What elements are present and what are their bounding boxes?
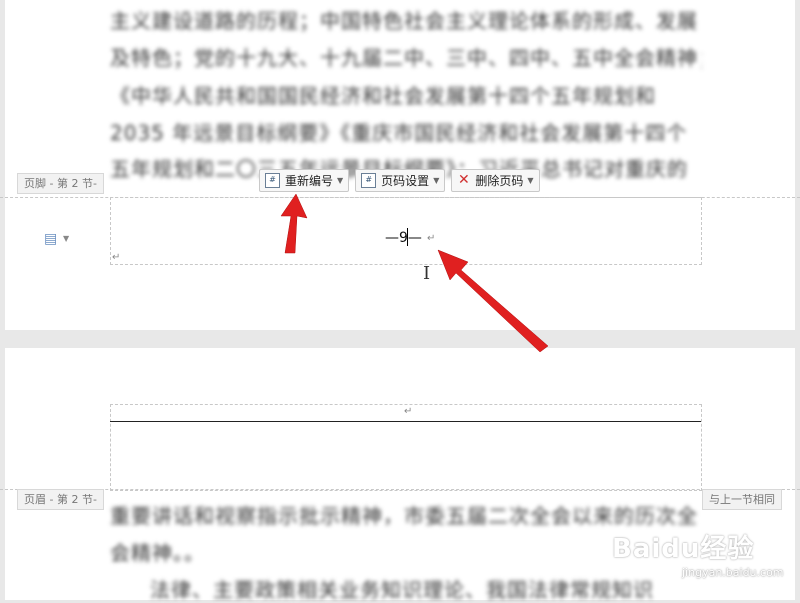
paragraph-mark: ↵ — [427, 233, 436, 244]
header-rule-line — [110, 421, 701, 422]
paragraph-mark: ↵ — [404, 406, 413, 417]
document-icon[interactable]: ▤ — [44, 231, 57, 247]
watermark-url: jingyan.baidu.com — [682, 566, 784, 579]
footer-section-tag: 页脚 - 第 2 节- — [17, 173, 104, 194]
body-text-line: 法律、主要政策相关业务知识理论、我国法律常规知识 — [150, 578, 654, 602]
delete-page-number-label: 删除页码 — [475, 174, 524, 188]
body-text-line: 2035 年远景目标纲要》《重庆市国民经济和社会发展第十四个 — [110, 121, 688, 145]
page-settings-icon: # — [361, 173, 377, 188]
same-as-previous-tag[interactable]: 与上一节相同 — [702, 489, 782, 510]
renumber-label: 重新编号 — [285, 174, 334, 188]
body-text-line: 及特色；党的十九大、十九届二中、三中、四中、五中全会精神； — [110, 46, 702, 70]
page-number-toolbar: # 重新编号 ▼ # 页码设置 ▼ ✕ 删除页码 ▼ — [259, 169, 540, 192]
paragraph-mark: ↵ — [112, 252, 121, 263]
page-number-settings-button[interactable]: # 页码设置 ▼ — [355, 169, 446, 192]
chevron-down-icon: ▼ — [433, 176, 440, 185]
delete-page-number-button[interactable]: ✕ 删除页码 ▼ — [451, 169, 540, 192]
ibeam-cursor-icon: I — [423, 263, 431, 284]
page-number-settings-label: 页码设置 — [381, 174, 430, 188]
chevron-down-icon: ▼ — [527, 176, 534, 185]
header-section-tag: 页眉 - 第 2 节- — [17, 489, 104, 510]
body-text-line: 主义建设道路的历程；中国特色社会主义理论体系的形成、发展 — [110, 9, 698, 33]
watermark-logo: Baidu经验 — [612, 534, 755, 564]
body-text-line: 《中华人民共和国国民经济和社会发展第十四个五年规划和 — [110, 84, 656, 108]
body-text-line: 重要讲话和视察指示批示精神，市委五届二次全会以来的历次全 — [110, 504, 698, 528]
delete-icon: ✕ — [457, 172, 470, 188]
chevron-down-icon: ▼ — [337, 176, 344, 185]
chevron-down-icon[interactable]: ▼ — [63, 234, 69, 243]
page-number[interactable]: —9— — [385, 230, 422, 246]
renumber-icon: # — [265, 173, 280, 188]
text-cursor — [407, 228, 408, 246]
renumber-button[interactable]: # 重新编号 ▼ — [259, 169, 350, 192]
header-boundary — [0, 489, 800, 490]
header-area[interactable] — [110, 404, 702, 491]
